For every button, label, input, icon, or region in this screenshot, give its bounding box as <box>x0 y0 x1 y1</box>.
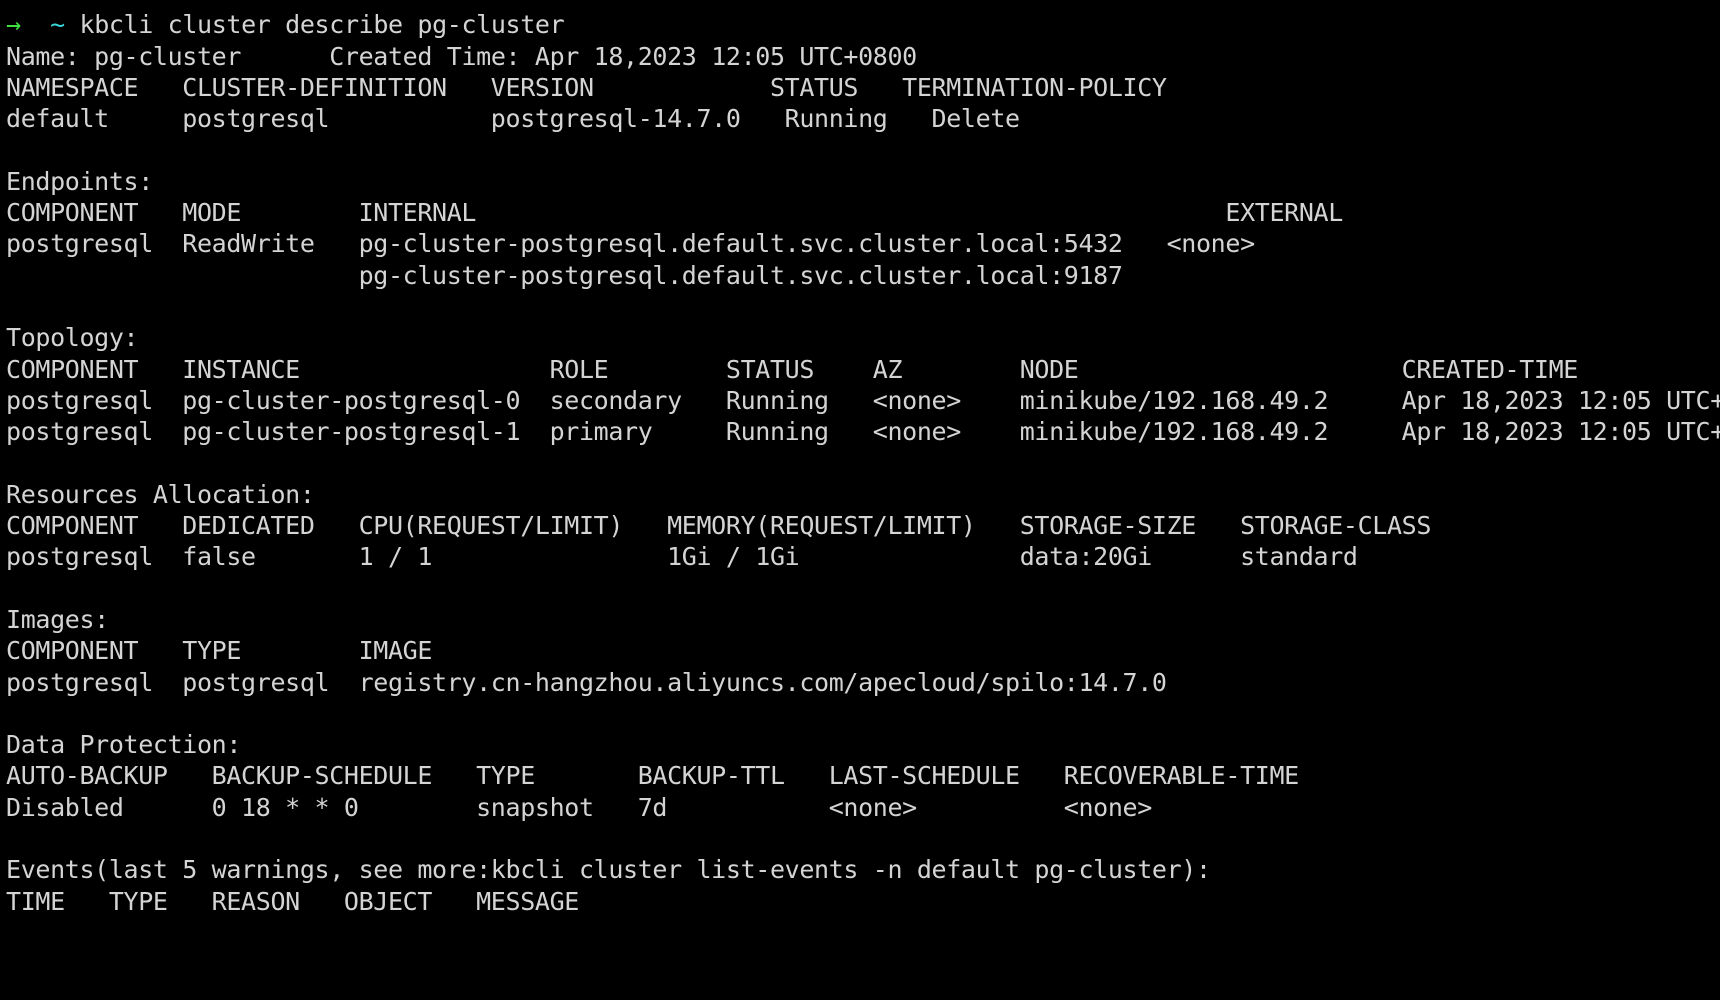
spacer-line-6 <box>0 823 1720 854</box>
terminal-window[interactable]: → ~ kbcli cluster describe pg-cluster Na… <box>0 0 1720 1000</box>
events-table-header: TIME TYPE REASON OBJECT MESSAGE <box>6 886 579 916</box>
summary-name-and-created: Name: pg-cluster Created Time: Apr 18,20… <box>0 41 1720 72</box>
data-protection-section-title: Data Protection: <box>6 730 242 760</box>
summary-table-row: default postgresql postgresql-14.7.0 Run… <box>6 104 1020 134</box>
resources-allocation-table-header: COMPONENT DEDICATED CPU(REQUEST/LIMIT) M… <box>6 511 1432 541</box>
spacer-line-1 <box>0 134 1720 165</box>
events-section-title: Events(last 5 warnings, see more:kbcli c… <box>6 855 1211 885</box>
topology-table-header: COMPONENT INSTANCE ROLE STATUS AZ NODE C… <box>6 354 1578 384</box>
terminal-output: → ~ kbcli cluster describe pg-cluster Na… <box>0 0 1720 917</box>
endpoints-table-row: postgresql ReadWrite pg-cluster-postgres… <box>6 229 1255 259</box>
prompt-gap <box>21 10 50 39</box>
prompt-gap-2 <box>65 10 80 39</box>
data-protection-table-row: Disabled 0 18 * * 0 snapshot 7d <none> <… <box>6 792 1152 822</box>
spacer-line-top <box>0 0 1720 9</box>
spacer-line-2 <box>0 291 1720 322</box>
images-table-header: COMPONENT TYPE IMAGE <box>6 636 433 666</box>
resources-allocation-table-row: postgresql false 1 / 1 1Gi / 1Gi data:20… <box>6 542 1358 572</box>
data-protection-table-header: AUTO-BACKUP BACKUP-SCHEDULE TYPE BACKUP-… <box>6 761 1299 791</box>
resources-allocation-section-title: Resources Allocation: <box>6 479 315 509</box>
endpoints-section-title: Endpoints: <box>6 166 153 196</box>
images-section-title: Images: <box>6 604 109 634</box>
topology-table-row: postgresql pg-cluster-postgresql-1 prima… <box>6 417 1720 447</box>
summary-gap <box>241 42 329 71</box>
spacer-line-4 <box>0 573 1720 604</box>
spacer-line-3 <box>0 447 1720 478</box>
summary-name-label: Name: pg-cluster <box>6 41 242 71</box>
topology-section-title: Topology: <box>6 323 139 353</box>
images-table-row: postgresql postgresql registry.cn-hangzh… <box>6 667 1167 697</box>
summary-created-time-label: Created Time: Apr 18,2023 12:05 UTC+0800 <box>329 41 917 71</box>
prompt-cwd: ~ <box>50 10 65 40</box>
spacer-line-5 <box>0 698 1720 729</box>
command-text: kbcli cluster describe pg-cluster <box>79 10 565 40</box>
endpoints-table-header: COMPONENT MODE INTERNAL EXTERNAL <box>6 198 1343 228</box>
endpoints-table-row-continued: pg-cluster-postgresql.default.svc.cluste… <box>6 260 1123 290</box>
prompt-line[interactable]: → ~ kbcli cluster describe pg-cluster <box>0 9 1720 40</box>
prompt-arrow-icon: → <box>6 10 21 40</box>
topology-table-row: postgresql pg-cluster-postgresql-0 secon… <box>6 385 1720 415</box>
summary-table-header: NAMESPACE CLUSTER-DEFINITION VERSION STA… <box>6 72 1167 102</box>
